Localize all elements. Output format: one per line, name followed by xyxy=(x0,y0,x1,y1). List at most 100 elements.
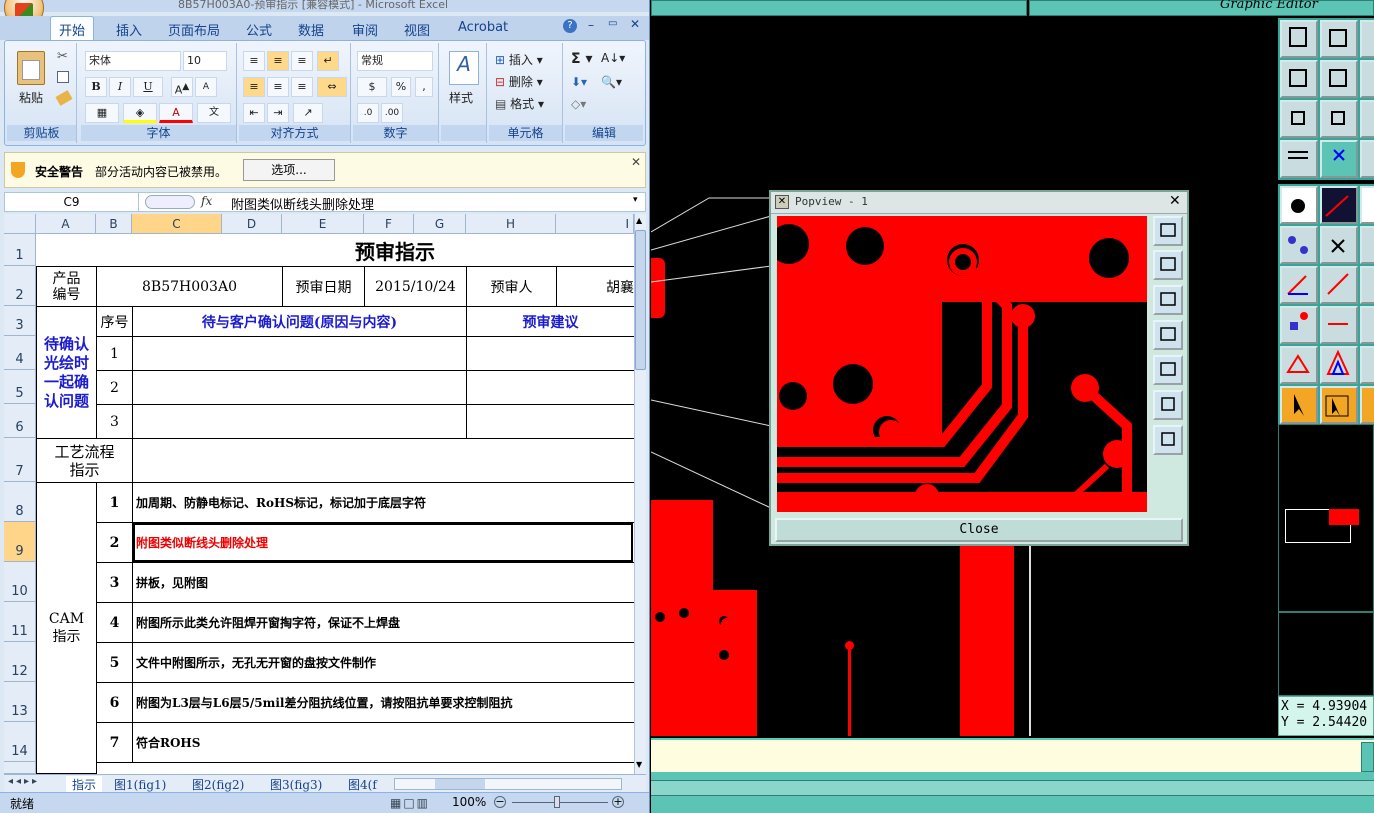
restore-icon[interactable]: ▭ xyxy=(608,18,617,29)
row-header-13[interactable]: 13 xyxy=(4,682,36,722)
formula-cancel-icon[interactable] xyxy=(145,195,195,209)
command-bar[interactable] xyxy=(651,738,1374,772)
select-all-corner[interactable] xyxy=(4,214,36,234)
sheet-tab-2[interactable]: 图1(fig1) xyxy=(114,776,166,793)
bold-button[interactable]: B xyxy=(85,77,107,97)
review-date-value[interactable]: 2015/10/24 xyxy=(364,266,467,307)
suggest-cell-1[interactable] xyxy=(466,336,634,371)
seq-3[interactable]: 3 xyxy=(96,404,133,439)
scroll-down-icon[interactable]: ▼ xyxy=(636,760,642,769)
process-cell[interactable] xyxy=(132,438,634,483)
number-format-select[interactable]: 常规 xyxy=(357,51,433,71)
row-header-2[interactable]: 2 xyxy=(4,266,36,306)
increase-indent-icon[interactable]: ⇥ xyxy=(267,103,289,123)
row-header-3[interactable]: 3 xyxy=(4,306,36,336)
comma-button[interactable]: , xyxy=(415,77,433,97)
col-header-f[interactable]: F xyxy=(364,214,414,234)
merge-center-icon[interactable]: ⇔ xyxy=(317,77,347,97)
fill-color-icon[interactable]: ◈ xyxy=(123,103,157,123)
delete-cells[interactable]: ⊟ 删除 ▾ xyxy=(495,73,543,90)
zoom-in-icon[interactable]: + xyxy=(612,796,624,808)
vertical-scrollbar[interactable]: ▲ ▼ xyxy=(634,214,646,774)
cam-item-text[interactable]: 加周期、防静电标记、RoHS标记，标记加于底层字符 xyxy=(132,482,634,523)
cam-item-number[interactable]: 5 xyxy=(96,642,133,683)
horizontal-scroll-thumb[interactable] xyxy=(435,779,485,789)
row-header-7[interactable]: 7 xyxy=(4,438,36,482)
autosum-icon[interactable]: Σ ▾ xyxy=(571,51,592,67)
tab-review[interactable]: 审阅 xyxy=(352,20,378,39)
zoom-slider[interactable] xyxy=(512,802,608,803)
insert-cells[interactable]: ⊞ 插入 ▾ xyxy=(495,51,543,68)
col-header-d[interactable]: D xyxy=(222,214,282,234)
col-header-g[interactable]: G xyxy=(414,214,466,234)
sheet-tab-1[interactable]: 指示 xyxy=(66,776,103,793)
cam-item-number[interactable]: 1 xyxy=(96,482,133,523)
name-box[interactable]: C9 xyxy=(5,193,139,211)
cam-item-number[interactable]: 7 xyxy=(96,722,133,763)
row-header-15[interactable] xyxy=(4,762,36,774)
align-top-icon[interactable]: ≡ xyxy=(243,51,265,71)
issue-cell-1[interactable] xyxy=(132,336,467,371)
issue-header[interactable]: 待与客户确认问题(原因与内容) xyxy=(132,306,467,337)
cam-item-number[interactable]: 3 xyxy=(96,562,133,603)
sheet-tab-4[interactable]: 图3(fig3) xyxy=(270,776,322,793)
fx-label[interactable]: fx xyxy=(201,194,212,208)
command-bar-button[interactable] xyxy=(1361,742,1374,772)
row-header-4[interactable]: 4 xyxy=(4,336,36,370)
align-left-icon[interactable]: ≡ xyxy=(243,77,265,97)
scroll-up-icon[interactable]: ▲ xyxy=(636,216,642,225)
product-no-value[interactable]: 8B57H003A0 xyxy=(96,266,283,307)
cam-item-text[interactable]: 文件中附图所示，无孔无开窗的盘按文件制作 xyxy=(132,642,634,683)
italic-button[interactable]: I xyxy=(109,77,131,97)
popview-menu-icon[interactable]: ✕ xyxy=(775,195,789,209)
col-header-i[interactable]: I xyxy=(556,214,634,234)
horizontal-scrollbar[interactable] xyxy=(394,778,622,790)
zoom-slider-thumb[interactable] xyxy=(554,796,560,808)
styles-icon[interactable]: A xyxy=(449,51,479,85)
font-name-select[interactable]: 宋体 xyxy=(85,51,181,71)
cam-item-text[interactable]: 附图为L3层与L6层5/5mil差分阻抗线位置，请按阻抗单要求控制阻抗 xyxy=(132,682,634,723)
cam-label[interactable]: CAM指示 xyxy=(36,482,97,774)
product-no-label[interactable]: 产品编号 xyxy=(36,266,97,307)
paste-icon[interactable] xyxy=(17,51,45,85)
grow-font-icon[interactable]: A▲ xyxy=(171,77,193,97)
decrease-decimal-icon[interactable]: .00 xyxy=(381,103,403,123)
suggest-cell-2[interactable] xyxy=(466,370,634,405)
help-icon[interactable]: ? xyxy=(563,19,577,33)
phonetic-icon[interactable]: 文 xyxy=(197,103,231,123)
zoom-out-icon[interactable]: − xyxy=(494,796,506,808)
align-center-icon[interactable]: ≡ xyxy=(267,77,289,97)
format-painter-icon[interactable] xyxy=(55,90,73,106)
formula-input[interactable]: 附图类似断线头删除处理 xyxy=(231,194,374,213)
security-options-button[interactable]: 选项... xyxy=(243,159,335,181)
sheet-nav-icon[interactable]: ◂◂▸▸ xyxy=(8,776,40,787)
process-label[interactable]: 工艺流程指示 xyxy=(36,438,133,483)
row-header-10[interactable]: 10 xyxy=(4,562,36,602)
cam-item-number[interactable]: 2 xyxy=(96,522,133,563)
sheet-tab-5[interactable]: 图4(f xyxy=(348,776,377,793)
copy-icon[interactable] xyxy=(57,71,69,83)
view-buttons-icon[interactable]: ▦□▥ xyxy=(390,796,430,810)
issue-cell-2[interactable] xyxy=(132,370,467,405)
zoom-level[interactable]: 100% xyxy=(452,795,486,809)
border-icon[interactable]: ▦ xyxy=(85,103,119,123)
security-close-icon[interactable]: ✕ xyxy=(631,155,641,169)
decrease-indent-icon[interactable]: ⇤ xyxy=(243,103,265,123)
fill-icon[interactable]: ⬇▾ xyxy=(571,75,587,89)
review-date-label[interactable]: 预审日期 xyxy=(282,266,365,307)
col-header-h[interactable]: H xyxy=(466,214,556,234)
tab-page-layout[interactable]: 页面布局 xyxy=(168,20,220,39)
tab-data[interactable]: 数据 xyxy=(298,20,324,39)
tab-home[interactable]: 开始 xyxy=(50,16,95,40)
row-header-9[interactable]: 9 xyxy=(4,522,36,562)
row-header-6[interactable]: 6 xyxy=(4,404,36,438)
clear-icon[interactable]: ◇▾ xyxy=(571,97,586,111)
align-right-icon[interactable]: ≡ xyxy=(291,77,313,97)
underline-button[interactable]: U xyxy=(133,77,163,97)
row-header-14[interactable]: 14 xyxy=(4,722,36,762)
styles-label[interactable]: 样式 xyxy=(449,89,473,106)
paste-label[interactable]: 粘贴 xyxy=(19,89,43,106)
pending-label[interactable]: 待确认光绘时一起确认问题 xyxy=(36,306,97,439)
seq-1[interactable]: 1 xyxy=(96,336,133,371)
col-header-c[interactable]: C xyxy=(132,214,222,234)
